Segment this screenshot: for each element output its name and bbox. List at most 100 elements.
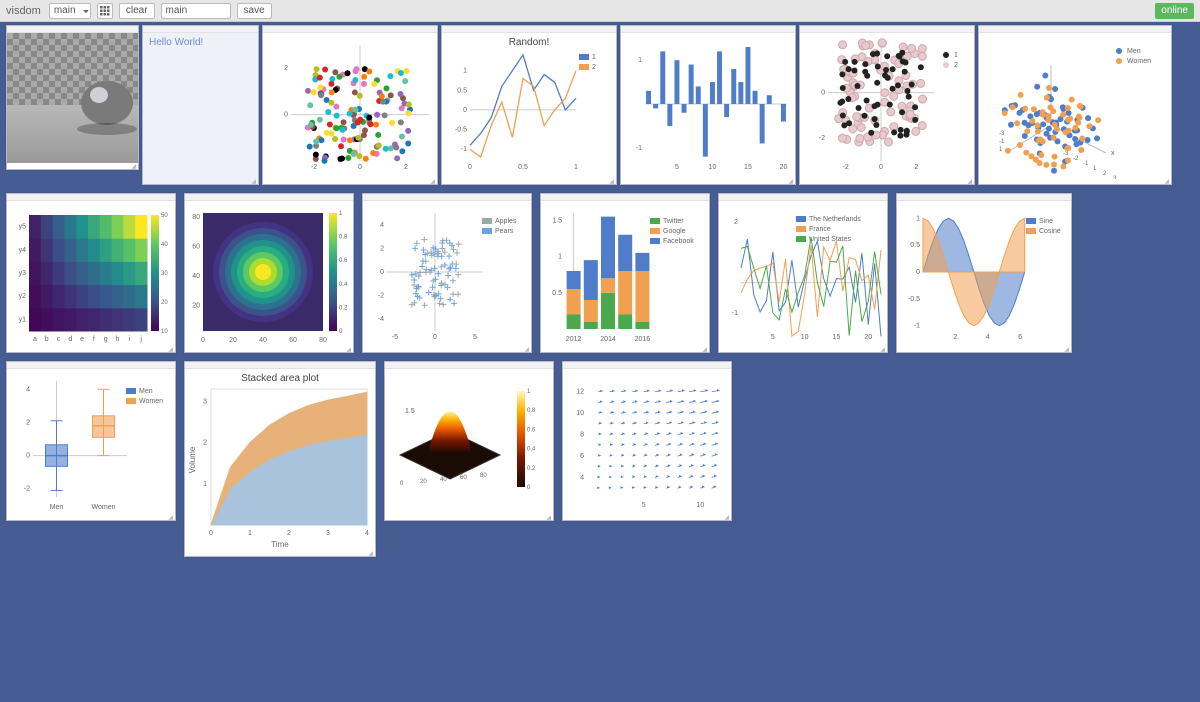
- resize-handle-icon[interactable]: ◢: [524, 346, 529, 352]
- svg-text:Women: Women: [1127, 58, 1151, 65]
- svg-text:y1: y1: [19, 316, 27, 323]
- svg-text:-1: -1: [732, 310, 738, 317]
- pane-header[interactable]: [719, 194, 887, 201]
- pane-scatter-two[interactable]: -202-2012 ◢: [799, 25, 975, 185]
- svg-text:10: 10: [576, 410, 584, 417]
- svg-text:Women: Women: [139, 398, 163, 405]
- svg-text:-0.5: -0.5: [455, 127, 467, 134]
- pane-lines-sincos[interactable]: 246-1-0.500.51SineCosine ◢: [896, 193, 1072, 353]
- resize-handle-icon[interactable]: ◢: [724, 514, 729, 520]
- svg-text:5: 5: [771, 334, 775, 341]
- pane-text[interactable]: Hello World! ◢: [142, 25, 259, 185]
- save-button[interactable]: save: [237, 3, 272, 19]
- svg-text:0.2: 0.2: [339, 305, 348, 311]
- svg-text:0.5: 0.5: [457, 87, 467, 94]
- pane-lines-random[interactable]: Random!00.51-1-0.500.5112 ◢: [441, 25, 617, 185]
- resize-handle-icon[interactable]: ◢: [1164, 178, 1169, 184]
- svg-text:0: 0: [821, 90, 825, 97]
- pane-header[interactable]: [7, 362, 175, 369]
- pane-boxplot[interactable]: -2024MenWomenMenWomen ◢: [6, 361, 176, 521]
- svg-text:-2: -2: [378, 293, 384, 300]
- pane-header[interactable]: [7, 194, 175, 201]
- svg-text:40: 40: [161, 242, 168, 248]
- svg-text:20: 20: [161, 300, 168, 306]
- pane-header[interactable]: [621, 26, 795, 33]
- svg-text:-2: -2: [843, 164, 849, 171]
- resize-handle-icon[interactable]: ◢: [609, 178, 614, 184]
- svg-text:-1: -1: [636, 145, 642, 152]
- svg-text:0: 0: [463, 107, 467, 114]
- pane-header[interactable]: [442, 26, 616, 33]
- svg-text:20: 20: [229, 337, 237, 344]
- resize-handle-icon[interactable]: ◢: [702, 346, 707, 352]
- pane-quiver[interactable]: 5104681012 ◢: [562, 361, 732, 521]
- svg-text:United States: United States: [809, 236, 852, 243]
- clear-button[interactable]: clear: [119, 3, 155, 19]
- svg-text:0.4: 0.4: [339, 282, 348, 288]
- pane-image[interactable]: ◢: [6, 25, 139, 170]
- pane-scatter3d[interactable]: MenWomen x-3-2-1123-3-11 ◢: [978, 25, 1172, 185]
- svg-text:1: 1: [916, 215, 920, 222]
- svg-text:-2: -2: [24, 486, 30, 493]
- svg-text:0.4: 0.4: [527, 447, 536, 453]
- resize-handle-icon[interactable]: ◢: [546, 514, 551, 520]
- pane-header[interactable]: [7, 26, 138, 33]
- env-name-input[interactable]: [161, 3, 231, 19]
- resize-handle-icon[interactable]: ◢: [168, 346, 173, 352]
- svg-text:Time: Time: [271, 540, 289, 549]
- pane-header[interactable]: [385, 362, 553, 369]
- svg-text:0: 0: [527, 485, 531, 491]
- resize-handle-icon[interactable]: ◢: [368, 550, 373, 556]
- env-select[interactable]: main: [49, 3, 91, 19]
- resize-handle-icon[interactable]: ◢: [131, 163, 136, 169]
- pane-header[interactable]: [185, 362, 375, 369]
- svg-text:Google: Google: [663, 228, 686, 235]
- resize-handle-icon[interactable]: ◢: [168, 514, 173, 520]
- pane-surface3d[interactable]: 1.502040608000.20.40.60.81 ◢: [384, 361, 554, 521]
- resize-handle-icon[interactable]: ◢: [346, 346, 351, 352]
- svg-text:60: 60: [289, 337, 297, 344]
- svg-text:1.5: 1.5: [552, 217, 562, 224]
- resize-handle-icon[interactable]: ◢: [251, 178, 256, 184]
- svg-text:5: 5: [642, 502, 646, 509]
- online-status-button[interactable]: online: [1155, 3, 1194, 19]
- svg-text:c: c: [57, 336, 61, 343]
- svg-text:1: 1: [527, 389, 531, 395]
- pane-scatter-multi[interactable]: -20202 ◢: [262, 25, 438, 185]
- svg-text:Women: Women: [92, 504, 116, 511]
- pane-bar-stacked[interactable]: 0.511.5201220142016TwitterGoogleFacebook…: [540, 193, 710, 353]
- svg-text:-2: -2: [1073, 156, 1079, 162]
- pane-bar-posneg[interactable]: 5101520-11 ◢: [620, 25, 796, 185]
- svg-text:8: 8: [580, 432, 584, 439]
- workspace[interactable]: ◢ Hello World! ◢ -20202 ◢ Random!00.51-1…: [0, 22, 1200, 702]
- svg-text:3: 3: [203, 398, 207, 405]
- pane-header[interactable]: [897, 194, 1071, 201]
- pane-header[interactable]: [563, 362, 731, 369]
- pane-scatter-markers[interactable]: -505-4-2024ApplesPears ◢: [362, 193, 532, 353]
- pane-header[interactable]: [263, 26, 437, 33]
- pane-header[interactable]: [143, 26, 258, 33]
- pane-contour[interactable]: 0204060802040608000.20.40.60.81 ◢: [184, 193, 354, 353]
- grid-icon: [100, 6, 110, 16]
- pane-header[interactable]: [800, 26, 974, 33]
- resize-handle-icon[interactable]: ◢: [880, 346, 885, 352]
- pane-stacked-area[interactable]: Stacked area plot01234123TimeVolume ◢: [184, 361, 376, 557]
- resize-handle-icon[interactable]: ◢: [967, 178, 972, 184]
- resize-handle-icon[interactable]: ◢: [788, 178, 793, 184]
- resize-handle-icon[interactable]: ◢: [1064, 346, 1069, 352]
- svg-text:2: 2: [954, 62, 958, 69]
- grid-layout-button[interactable]: [97, 3, 113, 19]
- resize-handle-icon[interactable]: ◢: [430, 178, 435, 184]
- pane-heatmap[interactable]: abcdefghijy1y2y3y4y51020304050 ◢: [6, 193, 176, 353]
- svg-text:j: j: [139, 336, 142, 343]
- pane-header[interactable]: [979, 26, 1171, 33]
- pane-header[interactable]: [541, 194, 709, 201]
- pane-header[interactable]: [363, 194, 531, 201]
- svg-text:2016: 2016: [635, 336, 651, 343]
- svg-text:1: 1: [558, 254, 562, 261]
- pane-header[interactable]: [185, 194, 353, 201]
- svg-text:10: 10: [696, 502, 704, 509]
- svg-text:2: 2: [26, 419, 30, 426]
- pane-lines-countries[interactable]: 5101520-12The NetherlandsFranceUnited St…: [718, 193, 888, 353]
- svg-text:60: 60: [460, 475, 467, 481]
